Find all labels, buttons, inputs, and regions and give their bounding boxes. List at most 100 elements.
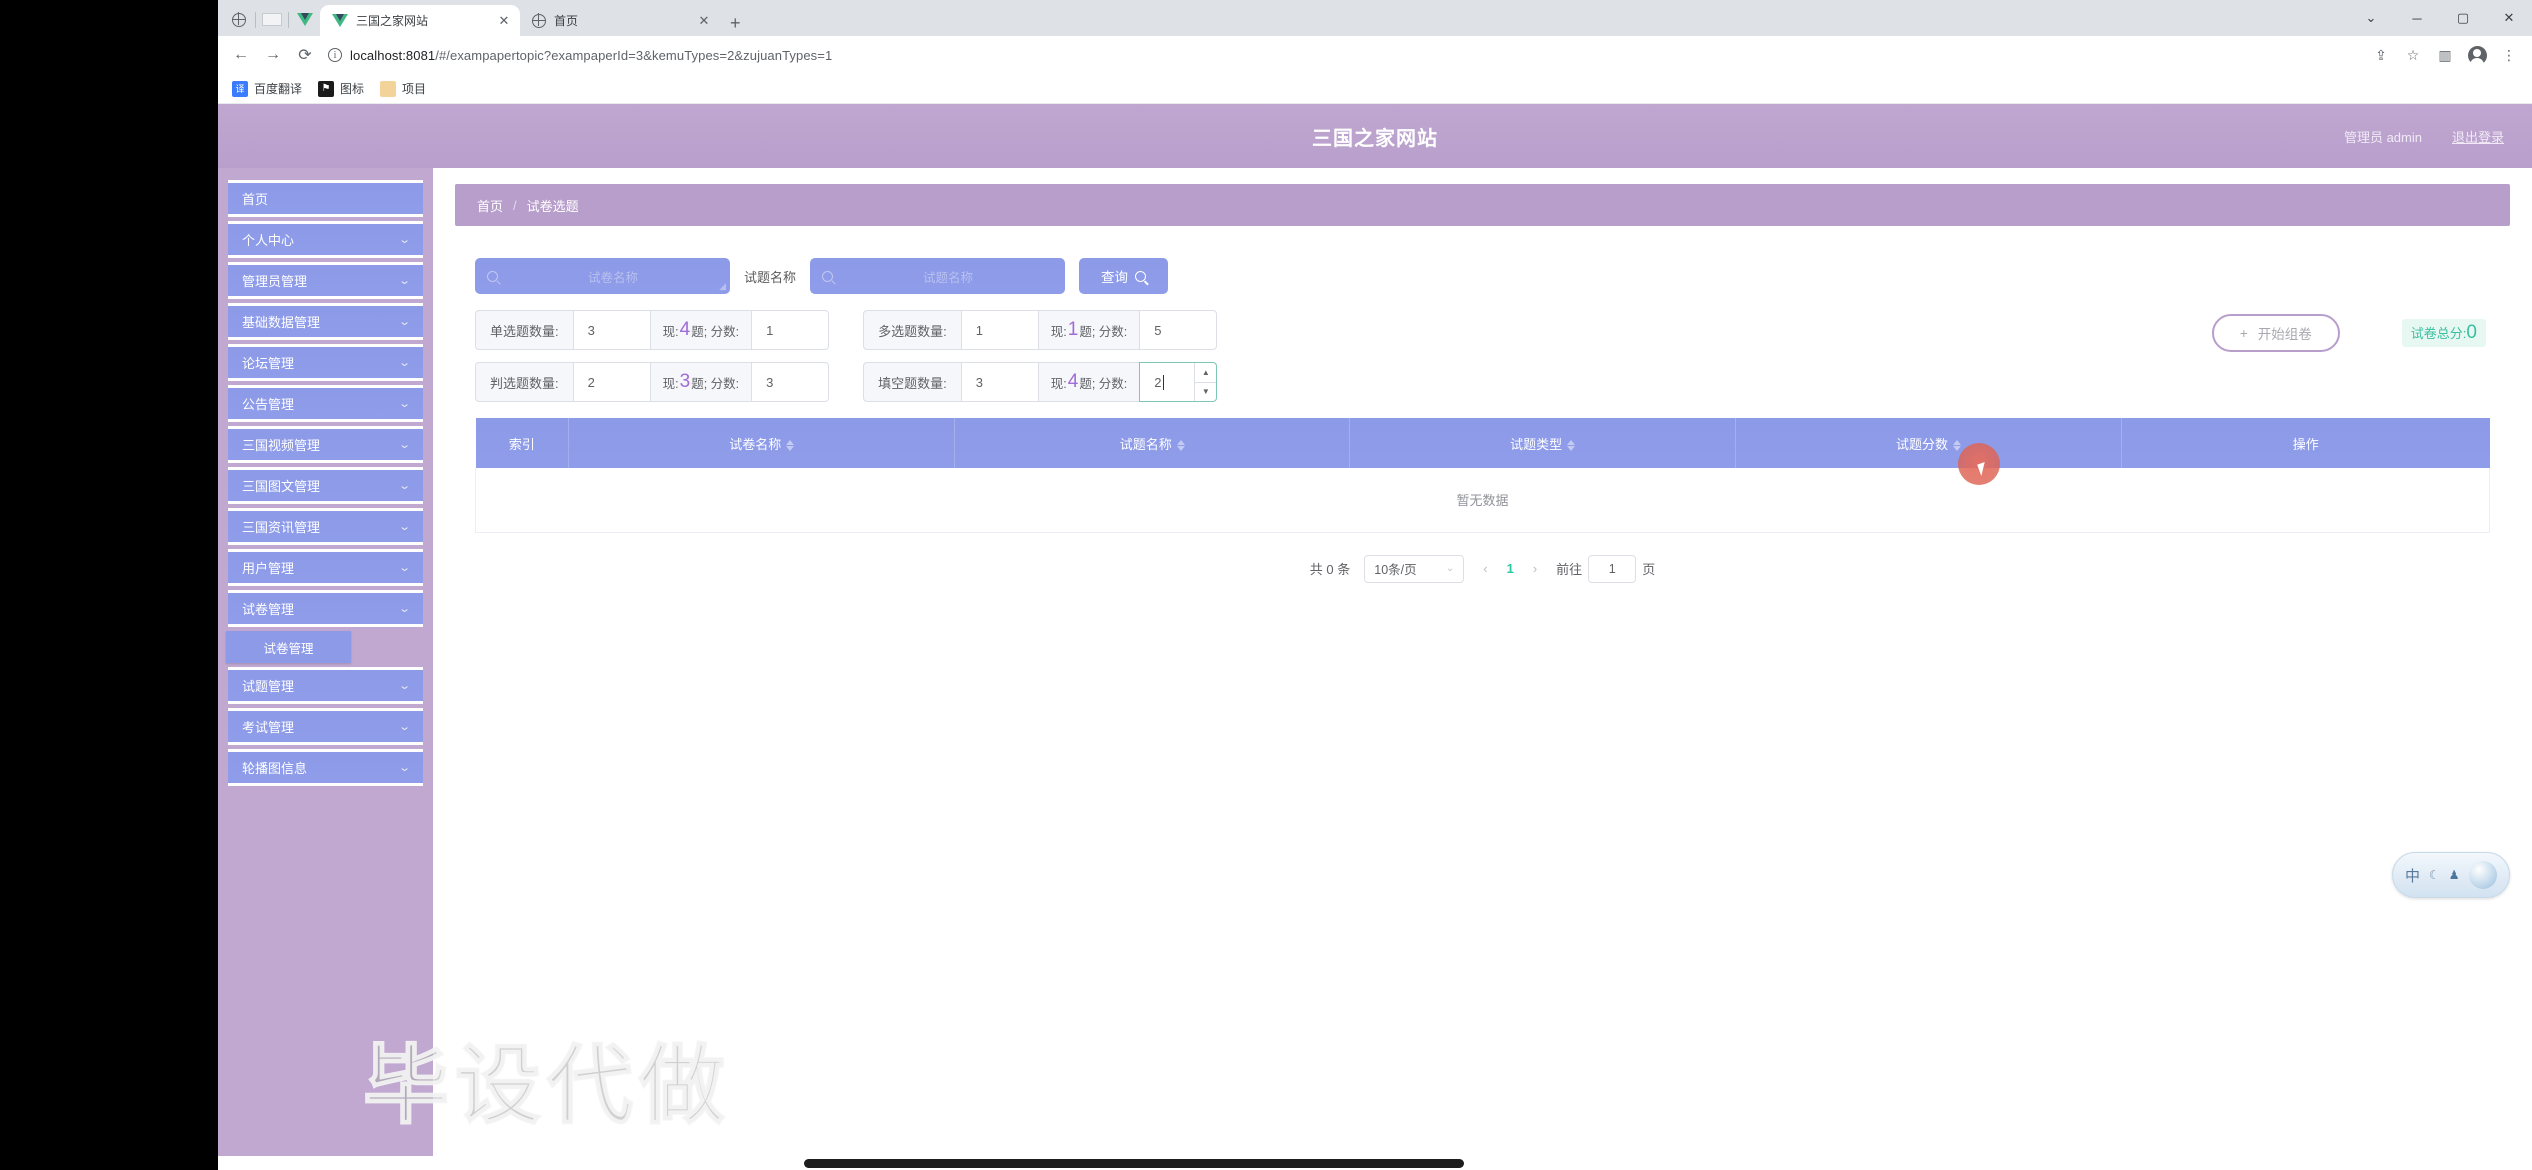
breadcrumb-current: 试卷选题 bbox=[526, 198, 579, 214]
count-label: 判选题数量: bbox=[475, 362, 573, 402]
sidebar-item-exam-management[interactable]: 考试管理 ⌄ bbox=[228, 708, 423, 745]
stepper-up-icon[interactable]: ▲ bbox=[1195, 363, 1217, 383]
back-button[interactable]: ← bbox=[226, 40, 256, 70]
count-current-number: 1 bbox=[1067, 319, 1079, 340]
horizontal-scrollbar[interactable] bbox=[218, 1156, 2532, 1170]
bookmark-item-0[interactable]: 译 百度翻译 bbox=[232, 80, 302, 97]
topic-name-placeholder: 试题名称 bbox=[923, 270, 974, 285]
count-value[interactable]: 3 bbox=[572, 310, 651, 350]
count-current-suffix: 题; bbox=[1079, 324, 1096, 339]
bookmark-item-2[interactable]: 项目 bbox=[380, 80, 426, 97]
sidebar-item-label: 考试管理 bbox=[242, 720, 295, 735]
score-input[interactable]: 3 bbox=[751, 362, 830, 402]
table-header-topic-type[interactable]: 试题类型 bbox=[1349, 418, 1737, 468]
count-current: 现: 4 题; 分数: bbox=[650, 310, 752, 350]
goto-label: 前往 bbox=[1556, 562, 1583, 577]
sidebar-item-carousel-management[interactable]: 轮播图信息 ⌄ bbox=[228, 749, 423, 786]
table-header-topic-score[interactable]: 试题分数 bbox=[1735, 418, 2122, 468]
minimize-button[interactable]: ─ bbox=[2394, 0, 2440, 36]
page-number-1[interactable]: 1 bbox=[1507, 561, 1514, 576]
close-icon[interactable]: ✕ bbox=[696, 13, 712, 29]
table-header-operations[interactable]: 操作 bbox=[2121, 418, 2490, 468]
count-value[interactable]: 2 bbox=[572, 362, 651, 402]
count-current-prefix: 现: bbox=[1050, 376, 1067, 391]
sidebar-item-news-management[interactable]: 三国资讯管理 ⌄ bbox=[228, 508, 423, 545]
stepper-down-icon[interactable]: ▼ bbox=[1195, 383, 1216, 402]
count-current-prefix: 现: bbox=[1050, 324, 1067, 339]
goto-page-input[interactable]: 1 bbox=[1588, 554, 1637, 583]
sort-icon[interactable] bbox=[1567, 439, 1576, 451]
close-window-button[interactable]: ✕ bbox=[2486, 0, 2532, 36]
sidebar-item-admin-management[interactable]: 管理员管理 ⌄ bbox=[228, 262, 423, 299]
browser-tab-0[interactable]: 三国之家网站 ✕ bbox=[320, 5, 520, 36]
profile-icon[interactable] bbox=[2462, 40, 2492, 70]
sidebar-item-video-management[interactable]: 三国视频管理 ⌄ bbox=[228, 426, 423, 463]
window-thumb-icon bbox=[259, 9, 285, 31]
page-size-select[interactable]: 10条/页 ⌄ bbox=[1364, 554, 1465, 583]
prev-page-button[interactable]: ‹ bbox=[1478, 561, 1492, 576]
number-stepper[interactable]: ▲ ▼ bbox=[1194, 363, 1217, 402]
total-score-label: 试卷总分: bbox=[2410, 326, 2467, 341]
sort-icon[interactable] bbox=[786, 439, 795, 451]
sort-icon[interactable] bbox=[1176, 439, 1185, 451]
sidebar-subitem-exam-paper-management[interactable]: 试卷管理 bbox=[226, 631, 351, 663]
site-info-icon[interactable]: i bbox=[328, 48, 342, 62]
maximize-button[interactable]: ▢ bbox=[2440, 0, 2486, 36]
content-area: 首页 / 试卷选题 试卷名称 ◢ 试题名称 试题名称 查询 单选题数量: 3 现… bbox=[433, 168, 2532, 1170]
globe-icon bbox=[226, 9, 252, 31]
star-icon[interactable]: ☆ bbox=[2398, 40, 2428, 70]
close-icon[interactable]: ✕ bbox=[496, 13, 512, 29]
chevron-down-icon[interactable]: ⌄ bbox=[2348, 0, 2394, 36]
sidepanel-icon[interactable]: ▥ bbox=[2430, 40, 2460, 70]
table-header-index[interactable]: 索引 bbox=[475, 418, 570, 468]
ime-mode-label[interactable]: 中 bbox=[2405, 865, 2420, 886]
menu-icon[interactable]: ⋮ bbox=[2494, 40, 2524, 70]
question-counts-section: 单选题数量: 3 现: 4 题; 分数: 1 多选题数量: 1 现: 1 题; 分数: bbox=[455, 294, 2510, 402]
table-header-row: 索引 试卷名称 试题名称 试题类型 试题分数 操作 bbox=[475, 418, 2490, 468]
sidebar-item-question-management[interactable]: 试题管理 ⌄ bbox=[228, 667, 423, 704]
scrollbar-thumb[interactable] bbox=[804, 1158, 1464, 1168]
query-button[interactable]: 查询 bbox=[1079, 258, 1169, 294]
sidebar-item-personal-center[interactable]: 个人中心 ⌄ bbox=[228, 221, 423, 258]
sidebar-item-basic-data-management[interactable]: 基础数据管理 ⌄ bbox=[228, 303, 423, 340]
paper-name-input[interactable]: 试卷名称 ◢ bbox=[475, 258, 730, 294]
browser-toolbar: ← → ⟳ i localhost:8081/#/exampapertopic?… bbox=[218, 36, 2532, 74]
score-input[interactable]: 1 bbox=[751, 310, 830, 350]
topic-name-input[interactable]: 试题名称 bbox=[810, 258, 1066, 294]
sidebar-item-notice-management[interactable]: 公告管理 ⌄ bbox=[228, 385, 423, 422]
chevron-down-icon: ⌄ bbox=[397, 398, 411, 410]
score-input[interactable]: 5 bbox=[1139, 310, 1218, 350]
sidebar-item-forum-management[interactable]: 论坛管理 ⌄ bbox=[228, 344, 423, 381]
ime-toolbar[interactable]: 中 ☾ ♟ bbox=[2392, 852, 2510, 898]
panel-actions: + 开始组卷 试卷总分:0 bbox=[2211, 310, 2490, 352]
logout-link[interactable]: 退出登录 bbox=[2452, 127, 2504, 146]
table-header-paper-name[interactable]: 试卷名称 bbox=[568, 418, 956, 468]
sort-icon[interactable] bbox=[1953, 439, 1962, 451]
sidebar-item-exam-paper-management[interactable]: 试卷管理 ⌄ bbox=[228, 590, 423, 627]
resize-handle[interactable]: ◢ bbox=[719, 281, 726, 292]
browser-tab-1[interactable]: 首页 ✕ bbox=[520, 5, 720, 36]
table-header-topic-name[interactable]: 试题名称 bbox=[954, 418, 1351, 468]
address-bar[interactable]: i localhost:8081/#/exampapertopic?exampa… bbox=[328, 41, 2358, 69]
bookmark-item-1[interactable]: ⚑ 图标 bbox=[318, 80, 364, 97]
forward-button[interactable]: → bbox=[258, 40, 288, 70]
count-value[interactable]: 1 bbox=[960, 310, 1039, 350]
moon-icon[interactable]: ☾ bbox=[2429, 868, 2440, 882]
results-table: 索引 试卷名称 试题名称 试题类型 试题分数 操作 暂无数据 bbox=[475, 418, 2490, 533]
score-input-focused[interactable]: 2 ▲ ▼ bbox=[1139, 362, 1218, 402]
next-page-button[interactable]: › bbox=[1528, 561, 1542, 576]
count-value[interactable]: 3 bbox=[960, 362, 1039, 402]
sidebar-item-label: 轮播图信息 bbox=[242, 761, 308, 776]
new-tab-button[interactable]: + bbox=[720, 14, 751, 36]
share-icon[interactable]: ⇪ bbox=[2366, 40, 2396, 70]
sidebar-item-user-management[interactable]: 用户管理 ⌄ bbox=[228, 549, 423, 586]
breadcrumb-home[interactable]: 首页 bbox=[477, 196, 503, 215]
skin-icon[interactable]: ♟ bbox=[2449, 868, 2460, 882]
sidebar-item-image-text-management[interactable]: 三国图文管理 ⌄ bbox=[228, 467, 423, 504]
page-body: 首页 个人中心 ⌄ 管理员管理 ⌄ 基础数据管理 ⌄ 论坛管理 ⌄ 公告管理 ⌄… bbox=[218, 168, 2532, 1170]
browser-window: 三国之家网站 ✕ 首页 ✕ + ⌄ ─ ▢ ✕ ← → ⟳ i localhos… bbox=[218, 0, 2532, 1170]
sidebar-item-home[interactable]: 首页 bbox=[228, 180, 423, 217]
start-compose-paper-button[interactable]: + 开始组卷 bbox=[2211, 314, 2340, 352]
reload-button[interactable]: ⟳ bbox=[290, 40, 320, 70]
ime-logo-icon[interactable] bbox=[2469, 861, 2497, 889]
